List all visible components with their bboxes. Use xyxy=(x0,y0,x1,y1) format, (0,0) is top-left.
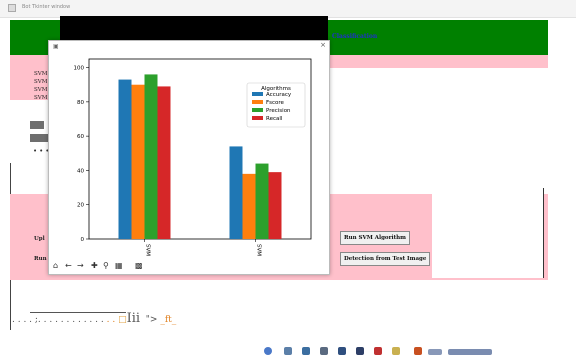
garbled-tail: . . xyxy=(106,315,116,325)
pan-icon[interactable]: ✚ xyxy=(91,261,98,270)
output-line: SVM xyxy=(34,79,48,85)
legend-swatch xyxy=(252,108,263,112)
legend-label: Recall xyxy=(266,116,283,122)
y-tick-label: 60 xyxy=(77,134,84,140)
legend-swatch xyxy=(252,92,263,96)
y-tick-label: 0 xyxy=(81,237,85,243)
garbled-glyphs: Iii xyxy=(126,311,141,326)
legend-swatch xyxy=(252,100,263,104)
legend-label: Accuracy xyxy=(266,92,292,98)
garbled-quote: "> xyxy=(145,315,158,325)
bar xyxy=(144,74,158,239)
settings-icon[interactable] xyxy=(284,347,292,355)
detection-button[interactable]: Detection from Test Image xyxy=(340,252,431,266)
home-icon[interactable]: ⌂ xyxy=(53,261,58,270)
bar xyxy=(131,84,145,239)
upload-label: Upl xyxy=(34,236,45,242)
bar xyxy=(229,146,243,239)
bar-chart: 020406080100SVM SVMAlgorithmsAccuracyFsco… xyxy=(74,58,312,256)
bar xyxy=(118,79,132,239)
back-icon[interactable]: ← xyxy=(65,261,72,270)
app-icon[interactable] xyxy=(302,347,310,355)
app-header-title: Classification xyxy=(332,33,378,40)
blank-panel xyxy=(432,188,544,278)
bar xyxy=(242,173,256,239)
x-tick-label: SVM xyxy=(145,244,151,256)
garbled-dots: . . . . ;. . . . . . . . . . . . xyxy=(12,315,104,325)
run-label: Run xyxy=(34,256,47,262)
chrome-icon[interactable] xyxy=(264,347,272,355)
output-line: SVM xyxy=(34,95,48,101)
python-icon[interactable] xyxy=(392,347,400,355)
tray-text-icon xyxy=(428,349,442,355)
y-tick-label: 80 xyxy=(77,100,84,106)
legend-label: Precision xyxy=(266,108,291,114)
bar xyxy=(268,172,282,239)
checkbox-icon: □ xyxy=(118,315,127,325)
garbled-text: . . . . ;. . . . . . . . . . . . . . □Ii… xyxy=(12,311,176,326)
store-icon[interactable] xyxy=(320,347,328,355)
bar xyxy=(157,86,171,239)
legend-swatch xyxy=(252,116,263,120)
y-tick-label: 40 xyxy=(77,168,84,174)
bar xyxy=(255,163,269,239)
figure-window: ▣ × 0 20 40 60 80 100 SVM SVM Algorithms Accuracy… xyxy=(48,40,330,275)
x-tick-label: SVM xyxy=(256,244,262,256)
forward-icon[interactable]: → xyxy=(77,261,84,270)
file-icon[interactable] xyxy=(338,347,346,355)
y-tick-label: 100 xyxy=(74,66,85,72)
save-icon[interactable]: ▩ xyxy=(135,261,143,270)
monitor-icon[interactable] xyxy=(356,347,364,355)
gray-block xyxy=(30,134,50,142)
system-tray-icon[interactable] xyxy=(448,349,492,355)
garbled-ft: _ft_ xyxy=(160,315,177,325)
output-line: SVM xyxy=(34,71,48,77)
screen: Bot Tkinter window Classification SVM SV… xyxy=(0,0,576,360)
pdf-icon[interactable] xyxy=(374,347,382,355)
output-line: SVM xyxy=(34,87,48,93)
output-text-area: SVM SVM SVM SVM xyxy=(34,70,47,102)
gray-block xyxy=(30,121,44,129)
configure-icon[interactable]: ▦ xyxy=(115,261,123,270)
legend-label: Fscore xyxy=(266,100,285,106)
firefox-icon[interactable] xyxy=(414,347,422,355)
figure-titlebar[interactable] xyxy=(60,16,328,40)
zoom-icon[interactable]: ⚲ xyxy=(103,261,109,270)
window-title: Bot Tkinter window xyxy=(22,4,71,10)
run-svm-button[interactable]: Run SVM Algorithm xyxy=(340,231,410,245)
window-app-icon xyxy=(8,4,16,12)
y-tick-label: 20 xyxy=(77,203,84,209)
